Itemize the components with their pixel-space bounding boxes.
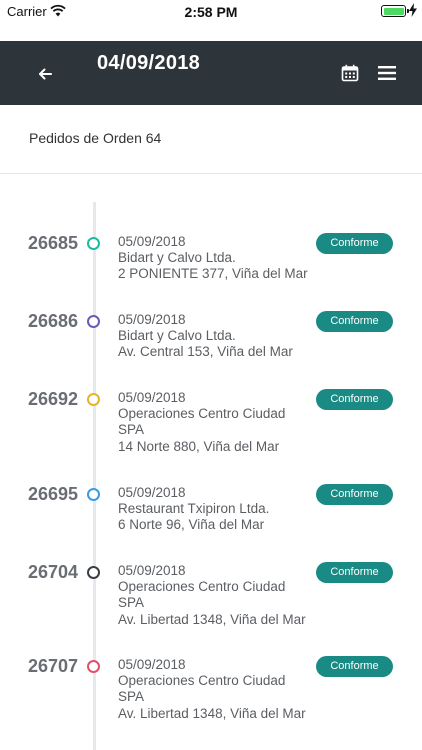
order-date: 05/09/2018 <box>118 485 186 500</box>
charging-bolt-icon <box>409 3 417 17</box>
order-id: 26704 <box>28 562 79 582</box>
order-date: 05/09/2018 <box>118 234 186 249</box>
order-address: Av. Libertad 1348, Viña del Mar <box>118 705 306 721</box>
order-customer: Bidart y Calvo Ltda. <box>118 250 236 266</box>
order-id: 26692 <box>28 389 79 409</box>
order-address: 14 Norte 880, Viña del Mar <box>118 438 280 454</box>
order-date: 05/09/2018 <box>118 657 186 672</box>
timeline-dot-icon <box>87 237 100 250</box>
status-badge[interactable]: Conforme <box>316 233 393 254</box>
calendar-icon[interactable] <box>341 64 359 82</box>
order-date: 05/09/2018 <box>118 563 186 578</box>
order-id: 26695 <box>28 484 79 504</box>
hamburger-menu-icon[interactable] <box>378 65 396 81</box>
order-date: 05/09/2018 <box>118 312 186 327</box>
order-id: 26685 <box>28 233 79 253</box>
order-customer: Bidart y Calvo Ltda. <box>118 328 236 344</box>
arrow-left-icon[interactable] <box>34 63 56 85</box>
timeline-dot-icon <box>87 393 100 406</box>
timeline-dot-icon <box>87 315 100 328</box>
order-date: 05/09/2018 <box>118 390 186 405</box>
order-address: Av. Central 153, Viña del Mar <box>118 344 293 360</box>
status-badge[interactable]: Conforme <box>316 656 393 677</box>
header-title: 04/09/2018 <box>97 52 201 74</box>
section-title: Pedidos de Orden 64 <box>29 130 162 146</box>
order-address: 6 Norte 96, Viña del Mar <box>118 517 265 533</box>
battery-icon <box>381 5 409 17</box>
app-header: 04/09/2018 <box>0 41 422 105</box>
order-customer: Restaurant Txipiron Ltda. <box>118 501 270 517</box>
status-time: 2:58 PM <box>184 4 238 20</box>
order-address: 2 PONIENTE 377, Viña del Mar <box>118 266 308 282</box>
order-id: 26686 <box>28 311 79 331</box>
order-customer: Operaciones Centro Ciudad SPA <box>118 579 286 611</box>
timeline-dot-icon <box>87 660 100 673</box>
order-customer: Operaciones Centro Ciudad SPA <box>118 673 286 705</box>
timeline-dot-icon <box>87 488 100 501</box>
order-customer: Operaciones Centro Ciudad SPA <box>118 406 286 438</box>
status-badge[interactable]: Conforme <box>316 389 393 410</box>
status-bar: Carrier 2:58 PM <box>0 0 422 24</box>
section-divider <box>0 173 422 174</box>
order-id: 26707 <box>28 656 79 676</box>
status-badge[interactable]: Conforme <box>316 311 393 332</box>
status-badge[interactable]: Conforme <box>316 562 393 583</box>
timeline-dot-icon <box>87 566 100 579</box>
status-badge[interactable]: Conforme <box>316 484 393 505</box>
order-address: Av. Libertad 1348, Viña del Mar <box>118 611 306 627</box>
